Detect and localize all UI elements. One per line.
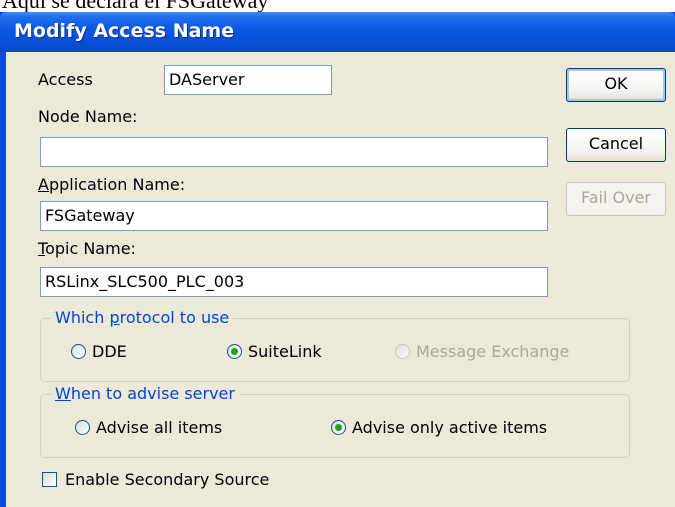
fail-over-button[interactable]: Fail Over xyxy=(566,182,666,216)
radio-advise-active-circle[interactable] xyxy=(331,420,346,435)
radio-suitelink-circle[interactable] xyxy=(227,344,242,359)
ok-button[interactable]: OK xyxy=(566,68,666,102)
radio-dde[interactable]: DDE xyxy=(71,342,127,361)
radio-advise-active-label: Advise only active items xyxy=(352,418,548,437)
radio-advise-active[interactable]: Advise only active items xyxy=(331,418,547,437)
dialog-window: Modify Access Name Access DAServer Node … xyxy=(0,12,675,507)
topic-name-field[interactable]: RSLinx_SLC500_PLC_003 xyxy=(40,267,548,297)
protocol-group: Which protocol to use DDE SuiteLink Mess… xyxy=(40,308,630,382)
node-name-label: Node Name: xyxy=(38,107,138,126)
radio-advise-all-circle[interactable] xyxy=(75,420,90,435)
node-name-field[interactable] xyxy=(40,137,548,167)
enable-secondary-source-checkbox[interactable]: Enable Secondary Source xyxy=(42,470,269,489)
dialog-title: Modify Access Name xyxy=(14,20,235,42)
radio-advise-all[interactable]: Advise all items xyxy=(75,418,222,437)
radio-message-exchange-label: Message Exchange xyxy=(416,342,570,361)
secondary-source-label: Enable Secondary Source xyxy=(65,470,270,489)
secondary-source-box[interactable] xyxy=(42,472,57,487)
dialog-body: Access DAServer Node Name: Application N… xyxy=(6,52,675,507)
radio-dde-circle[interactable] xyxy=(71,344,86,359)
radio-suitelink-label: SuiteLink xyxy=(248,342,322,361)
title-bar[interactable]: Modify Access Name xyxy=(0,12,675,52)
advise-group: When to advise server Advise all items A… xyxy=(40,384,630,458)
advise-group-label: When to advise server xyxy=(51,384,239,403)
application-name-label: Application Name: xyxy=(38,175,186,194)
radio-suitelink[interactable]: SuiteLink xyxy=(227,342,322,361)
access-label: Access xyxy=(38,70,93,89)
radio-message-exchange-circle[interactable] xyxy=(395,344,410,359)
protocol-group-label: Which protocol to use xyxy=(51,308,234,327)
application-name-field[interactable]: FSGateway xyxy=(40,201,548,231)
topic-name-label: Topic Name: xyxy=(38,239,136,258)
radio-message-exchange[interactable]: Message Exchange xyxy=(395,342,569,361)
page-caption: Aqui se declara el FSGateway xyxy=(0,0,675,12)
radio-advise-all-label: Advise all items xyxy=(96,418,223,437)
caption-text: Aqui se declara el FSGateway xyxy=(2,0,268,12)
access-field[interactable]: DAServer xyxy=(164,65,332,95)
cancel-button[interactable]: Cancel xyxy=(566,128,666,162)
radio-dde-label: DDE xyxy=(92,342,127,361)
